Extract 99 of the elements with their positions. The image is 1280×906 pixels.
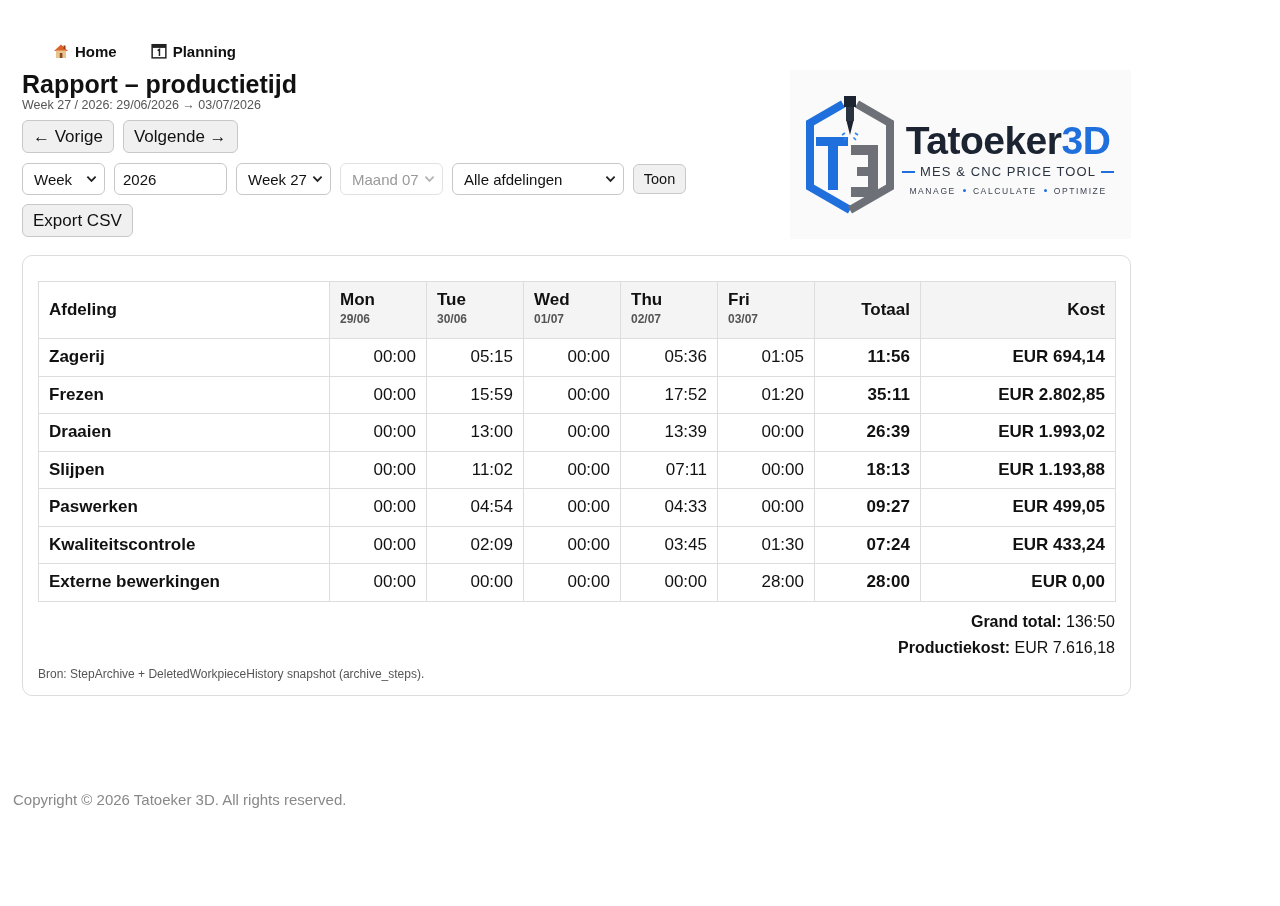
day-label: Thu: [631, 290, 664, 310]
table-cell: 00:00: [620, 563, 718, 601]
period-subtitle: Week 27 / 2026: 29/06/2026 → 03/07/2026: [22, 98, 262, 113]
table-cell: 17:52: [620, 376, 718, 414]
date-label: 02/07: [631, 312, 663, 326]
table-cell: Kwaliteitscontrole: [38, 526, 330, 564]
table-cell: 00:00: [717, 488, 815, 526]
table-cell: 00:00: [329, 526, 427, 564]
table-cell: EUR 694,14: [920, 338, 1116, 376]
table-cell: 00:00: [523, 376, 621, 414]
table-cell: 00:00: [523, 526, 621, 564]
table-cell: 11:02: [426, 451, 524, 489]
table-cell: 00:00: [523, 563, 621, 601]
source-note: Bron: StepArchive + DeletedWorkpieceHistory snapshot (archive_steps).: [38, 666, 426, 681]
table-cell: EUR 433,24: [920, 526, 1116, 564]
table-cell: 02:09: [426, 526, 524, 564]
page-title: Rapport – productietijd: [22, 70, 298, 98]
brand-motto-word: OPTIMIZE: [1053, 184, 1107, 197]
period-nav-button[interactable]: Volgende →: [122, 120, 238, 153]
column-header: Kost: [920, 281, 1116, 339]
table-cell: 01:05: [717, 338, 815, 376]
table-cell: 18:13: [814, 451, 921, 489]
table-cell: 00:00: [329, 488, 427, 526]
nav-link[interactable]: Planning: [150, 42, 237, 60]
column-header: Totaal: [814, 281, 921, 339]
table-cell: 00:00: [717, 413, 815, 451]
summary-line: Grand total: 136:50: [970, 611, 1115, 632]
dot-icon: [1043, 189, 1047, 192]
table-cell: 26:39: [814, 413, 921, 451]
table-cell: 05:15: [426, 338, 524, 376]
nav-link[interactable]: Home: [53, 42, 117, 60]
table-cell: 13:39: [620, 413, 718, 451]
date-label: 03/07: [728, 312, 760, 326]
calendar-icon: [150, 43, 167, 59]
day-label: Tue: [437, 290, 467, 310]
table-cell: 05:36: [620, 338, 718, 376]
table-cell: 00:00: [329, 338, 427, 376]
copyright-footer: Copyright © 2026 Tatoeker 3D. All rights reserved.: [13, 790, 347, 808]
table-cell: EUR 499,05: [920, 488, 1116, 526]
year-input[interactable]: 2026: [114, 163, 227, 195]
hexagon-emblem-icon: [804, 93, 896, 216]
day-label: Wed: [534, 290, 571, 310]
column-header: Afdeling: [38, 281, 330, 339]
table-cell: 01:30: [717, 526, 815, 564]
chevron-down-icon: [605, 175, 616, 183]
export-csv-button[interactable]: Export CSV: [22, 204, 133, 237]
table-cell: Paswerken: [38, 488, 330, 526]
period-nav-button[interactable]: ← Vorige: [22, 120, 114, 153]
table-cell: 15:59: [426, 376, 524, 414]
table-cell: Frezen: [38, 376, 330, 414]
dot-icon: [962, 189, 966, 192]
table-cell: 01:20: [717, 376, 815, 414]
select-field[interactable]: Alle afdelingen: [452, 163, 624, 195]
table-cell: 04:33: [620, 488, 718, 526]
house-icon: [53, 43, 69, 59]
table-cell: EUR 1.993,02: [920, 413, 1116, 451]
table-cell: 00:00: [329, 563, 427, 601]
table-cell: 00:00: [523, 413, 621, 451]
chevron-down-icon: [424, 175, 435, 183]
table-cell: 07:24: [814, 526, 921, 564]
table-cell: 00:00: [329, 451, 427, 489]
table-cell: Zagerij: [38, 338, 330, 376]
table-cell: 00:00: [329, 376, 427, 414]
table-cell: 11:56: [814, 338, 921, 376]
show-button[interactable]: Toon: [633, 164, 686, 194]
table-cell: EUR 1.193,88: [920, 451, 1116, 489]
table-cell: Externe bewerkingen: [38, 563, 330, 601]
summary-line: Productiekost: EUR 7.616,18: [898, 637, 1115, 658]
table-cell: 00:00: [523, 451, 621, 489]
table-cell: 28:00: [814, 563, 921, 601]
date-label: 01/07: [534, 312, 566, 326]
table-cell: Slijpen: [38, 451, 330, 489]
table-cell: EUR 2.802,85: [920, 376, 1116, 414]
date-label: 29/06: [340, 312, 372, 326]
brand-motto-word: MANAGE: [909, 184, 956, 197]
select-field[interactable]: Week: [22, 163, 105, 195]
table-cell: 03:45: [620, 526, 718, 564]
table-cell: 00:00: [717, 451, 815, 489]
table-cell: EUR 0,00: [920, 563, 1116, 601]
table-cell: 28:00: [717, 563, 815, 601]
table-cell: Draaien: [38, 413, 330, 451]
brand-motto-word: CALCULATE: [972, 184, 1037, 197]
table-cell: 00:00: [329, 413, 427, 451]
select-field[interactable]: Week 27: [236, 163, 331, 195]
table-cell: 09:27: [814, 488, 921, 526]
brand-name: Tatoeker3D: [905, 120, 1111, 161]
table-cell: 13:00: [426, 413, 524, 451]
date-label: 30/06: [437, 312, 469, 326]
day-label: Fri: [728, 290, 751, 310]
table-cell: 04:54: [426, 488, 524, 526]
table-cell: 00:00: [523, 338, 621, 376]
day-label: Mon: [340, 290, 376, 310]
table-cell: 00:00: [426, 563, 524, 601]
chevron-down-icon: [312, 175, 323, 183]
chevron-down-icon: [86, 175, 97, 183]
table-cell: 35:11: [814, 376, 921, 414]
table-cell: 07:11: [620, 451, 718, 489]
table-cell: 00:00: [523, 488, 621, 526]
brand-tagline: MES & CNC PRICE TOOL: [920, 163, 1097, 180]
